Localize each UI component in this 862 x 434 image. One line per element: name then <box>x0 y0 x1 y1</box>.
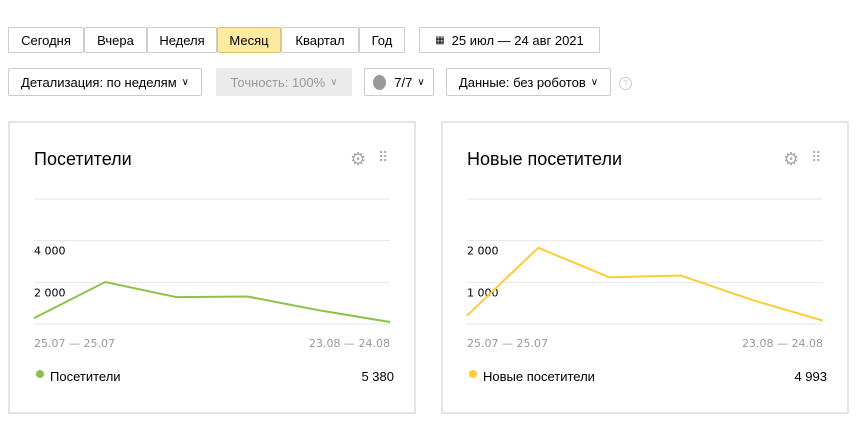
x-tick-label: 25.07 — 25.07 <box>467 337 548 350</box>
period-year[interactable]: Год <box>359 27 405 53</box>
y-tick-label: 4 000 <box>34 245 66 258</box>
period-today[interactable]: Сегодня <box>8 27 84 53</box>
detail-label: Детализация: по неделям <box>21 74 177 90</box>
total-value: 4 993 <box>794 369 827 384</box>
period-quarter[interactable]: Квартал <box>281 27 359 53</box>
chevron-down-icon: ∨ <box>330 76 338 88</box>
legend-dot <box>36 369 44 378</box>
y-tick-label: 2 000 <box>34 286 66 299</box>
period-yesterday[interactable]: Вчера <box>84 27 147 53</box>
legend-dot <box>469 369 477 378</box>
chevron-down-icon: ∨ <box>417 76 425 88</box>
chevron-down-icon: ∨ <box>181 76 189 88</box>
series-line <box>33 280 391 324</box>
legend-item: Новые посетители <box>469 369 595 384</box>
accuracy-label: Точность: 100% <box>230 74 326 90</box>
segments-label: 7/7 <box>394 74 413 90</box>
total-value: 5 380 <box>361 369 394 384</box>
accuracy-dropdown: Точность: 100% ∨ <box>216 68 352 96</box>
y-tick-label: 2 000 <box>467 245 499 258</box>
legend-label: Посетители <box>50 369 121 384</box>
legend-label: Новые посетители <box>483 369 595 384</box>
period-month[interactable]: Месяц <box>217 27 281 53</box>
help-icon[interactable]: ? <box>619 77 632 90</box>
period-week[interactable]: Неделя <box>147 27 217 53</box>
widget-new-visitors: Новые посетители ⚙ ⠿ 2 000 1 000 25.07 — 2… <box>441 121 849 414</box>
x-tick-label: 23.08 — 24.08 <box>742 337 823 350</box>
segments-dropdown[interactable]: 7/7 ∨ <box>364 68 434 96</box>
calendar-icon: ▦ <box>435 34 445 46</box>
x-tick-label: 25.07 — 25.07 <box>34 337 115 350</box>
date-range-button[interactable]: ▦ 25 июл — 24 авг 2021 <box>419 27 600 53</box>
y-tick-label: 1 000 <box>467 286 499 299</box>
legend-item: Посетители <box>36 369 121 384</box>
data-filter-label: Данные: без роботов <box>458 74 586 90</box>
widget-visitors: Посетители ⚙ ⠿ 4 000 2 000 25.07 — 25.07 23… <box>8 121 416 414</box>
series-line <box>466 246 824 322</box>
detail-dropdown[interactable]: Детализация: по неделям ∨ <box>8 68 202 96</box>
segment-bubble-icon <box>373 74 387 90</box>
x-tick-label: 23.08 — 24.08 <box>309 337 390 350</box>
line-chart: 2 000 1 000 25.07 — 25.07 23.08 — 24.08 <box>466 198 824 350</box>
data-filter-dropdown[interactable]: Данные: без роботов ∨ <box>446 68 611 96</box>
chevron-down-icon: ∨ <box>590 76 599 88</box>
line-chart: 4 000 2 000 25.07 — 25.07 23.08 — 24.08 <box>33 198 391 350</box>
date-range-label: 25 июл — 24 авг 2021 <box>451 32 584 48</box>
